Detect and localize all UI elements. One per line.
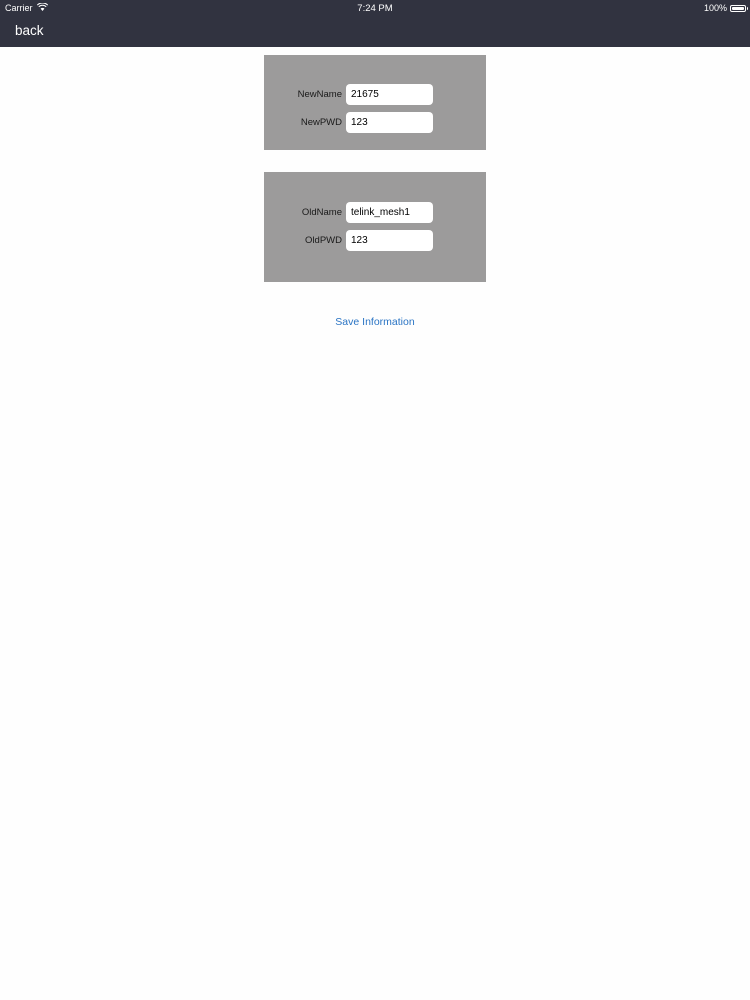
new-name-input[interactable]	[346, 84, 433, 105]
new-pwd-row: NewPWD	[264, 112, 486, 133]
new-name-row: NewName	[264, 84, 486, 105]
old-name-row: OldName	[264, 202, 486, 223]
new-name-label: NewName	[297, 89, 342, 100]
old-name-label: OldName	[301, 207, 342, 218]
old-credentials-panel: OldName OldPWD	[264, 172, 486, 282]
old-pwd-label: OldPWD	[305, 235, 342, 246]
old-pwd-row: OldPWD	[264, 230, 486, 251]
battery-icon	[730, 4, 748, 12]
status-time: 7:24 PM	[357, 3, 393, 14]
status-bar: Carrier 7:24 PM 100%	[0, 0, 750, 16]
new-pwd-label: NewPWD	[300, 117, 342, 128]
new-credentials-panel: NewName NewPWD	[264, 55, 486, 150]
old-pwd-input[interactable]	[346, 230, 433, 251]
save-information-button[interactable]: Save Information	[0, 316, 750, 328]
new-pwd-input[interactable]	[346, 112, 433, 133]
navigation-bar: Carrier 7:24 PM 100% back	[0, 0, 750, 47]
back-button[interactable]: back	[15, 23, 44, 38]
old-name-input[interactable]	[346, 202, 433, 223]
battery-percent: 100%	[703, 3, 727, 13]
battery-indicator: 100%	[703, 3, 748, 13]
